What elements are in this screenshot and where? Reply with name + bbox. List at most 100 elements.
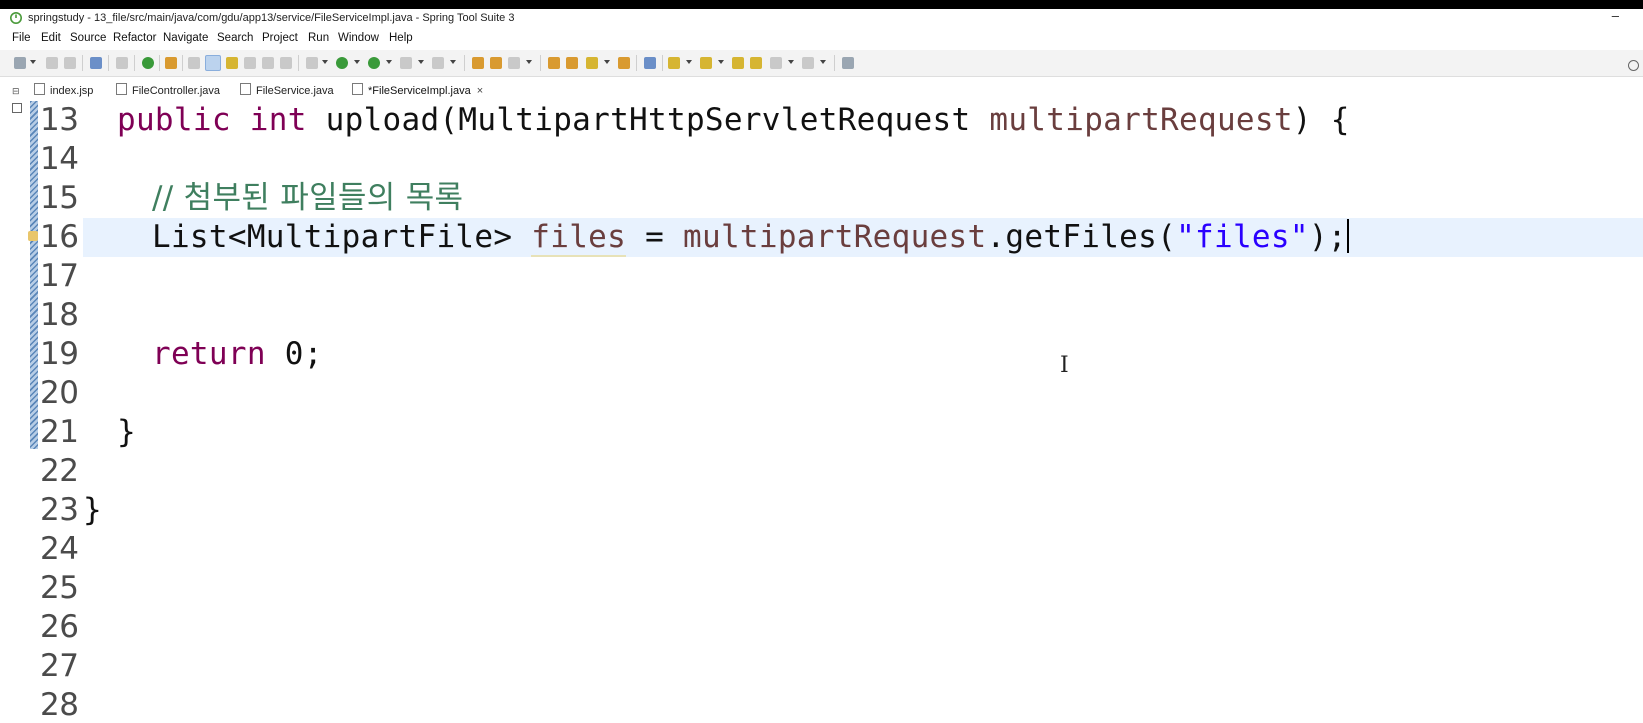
save-all-icon[interactable] (64, 57, 76, 69)
save-icon[interactable] (46, 57, 58, 69)
tab-label: index.jsp (50, 85, 94, 97)
run-external-icon[interactable] (368, 57, 380, 69)
menu-help[interactable]: Help (389, 29, 413, 47)
chevron-down-icon[interactable] (386, 60, 392, 64)
deploy-icon[interactable] (432, 57, 444, 69)
tab-file-service[interactable]: FileService.java (240, 81, 334, 101)
block-selection-icon[interactable] (226, 57, 238, 69)
chevron-down-icon[interactable] (686, 60, 692, 64)
open-type-icon[interactable] (548, 57, 560, 69)
line-number: 20 (40, 375, 79, 411)
line-number: 22 (40, 453, 79, 489)
menu-window[interactable]: Window (338, 29, 379, 47)
terminal-icon[interactable] (90, 57, 102, 69)
line-number: 26 (40, 609, 79, 645)
menu-project[interactable]: Project (262, 29, 298, 47)
pin-editor-icon[interactable] (842, 57, 854, 69)
line-number: 14 (40, 141, 79, 177)
chevron-down-icon[interactable] (718, 60, 724, 64)
back-arrow-icon[interactable] (770, 57, 782, 69)
new-project-icon[interactable] (472, 57, 484, 69)
spring-leaf-icon (10, 12, 22, 24)
spring-boot-icon[interactable] (142, 57, 154, 69)
next-annotation-icon[interactable] (668, 57, 680, 69)
chevron-down-icon[interactable] (820, 60, 826, 64)
method-call: .getFiles( (986, 219, 1177, 255)
back-history-icon[interactable] (750, 57, 762, 69)
line-number: 24 (40, 531, 79, 567)
menu-run[interactable]: Run (308, 29, 329, 47)
menu-search[interactable]: Search (217, 29, 253, 47)
chevron-down-icon[interactable] (526, 60, 532, 64)
show-whitespace-icon[interactable] (244, 57, 256, 69)
line-number: 18 (40, 297, 79, 333)
restore-icon[interactable]: ⊟ (12, 81, 20, 101)
chevron-down-icon[interactable] (30, 60, 36, 64)
forward-arrow-icon[interactable] (802, 57, 814, 69)
line-number: 28 (40, 687, 79, 723)
menu-edit[interactable]: Edit (41, 29, 61, 47)
tab-label: FileService.java (256, 85, 334, 97)
new-package-icon[interactable] (490, 57, 502, 69)
menu-refactor[interactable]: Refactor (113, 29, 156, 47)
outline-icon[interactable] (12, 103, 22, 113)
warning-marker-icon[interactable] (28, 231, 38, 241)
ide-window: springstudy - 13_file/src/main/java/com/… (0, 9, 1643, 723)
code-comment: // 첨부된 파일들의 목록 (152, 180, 464, 216)
menu-file[interactable]: File (12, 29, 31, 47)
tab-file-service-impl[interactable]: *FileServiceImpl.java × (352, 81, 483, 101)
line-number: 25 (40, 570, 79, 606)
menu-navigate[interactable]: Navigate (163, 29, 208, 47)
line-number: 13 (40, 102, 79, 138)
menu-source[interactable]: Source (70, 29, 106, 47)
close-icon[interactable]: × (477, 85, 483, 97)
java-file-icon (116, 83, 127, 95)
change-ruler (30, 101, 38, 449)
chevron-down-icon[interactable] (354, 60, 360, 64)
tab-index-jsp[interactable]: index.jsp (34, 81, 93, 101)
word-wrap-icon[interactable] (280, 57, 292, 69)
run-icon[interactable] (336, 57, 348, 69)
previous-annotation-icon[interactable] (700, 57, 712, 69)
last-edit-icon[interactable] (732, 57, 744, 69)
line-number: 16 (40, 219, 79, 255)
parameter-name: multipartRequest (989, 102, 1293, 138)
mark-occurrences-icon[interactable] (205, 55, 221, 71)
code-line-13: public int upload(MultipartHttpServletRe… (117, 101, 1350, 140)
open-task-icon[interactable] (188, 57, 200, 69)
tab-file-controller[interactable]: FileController.java (116, 81, 220, 101)
refresh-icon[interactable] (165, 57, 177, 69)
tab-label: FileController.java (132, 85, 221, 97)
chevron-down-icon[interactable] (418, 60, 424, 64)
debug-icon[interactable] (306, 57, 318, 69)
chevron-down-icon[interactable] (450, 60, 456, 64)
code-editor[interactable]: 13 14 15 16 17 18 19 20 21 22 23 24 25 2… (0, 101, 1643, 723)
search-icon[interactable] (586, 57, 598, 69)
chevron-down-icon[interactable] (322, 60, 328, 64)
toolbar-separator (82, 55, 83, 71)
pilcrow-icon[interactable] (262, 57, 274, 69)
chevron-down-icon[interactable] (604, 60, 610, 64)
toolbar-separator (134, 55, 135, 71)
window-title: springstudy - 13_file/src/main/java/com/… (28, 12, 515, 24)
open-resource-icon[interactable] (566, 57, 578, 69)
line-number: 17 (40, 258, 79, 294)
line-number: 27 (40, 648, 79, 684)
chevron-down-icon[interactable] (788, 60, 794, 64)
minimize-button[interactable]: – (1612, 9, 1619, 25)
code-operator: = (645, 219, 665, 255)
skip-breakpoints-icon[interactable] (116, 57, 128, 69)
code-line-16: List<MultipartFile> files = multipartReq… (152, 218, 1349, 257)
code-punctuation: ) { (1292, 102, 1350, 138)
quick-access-search-icon[interactable] (1628, 60, 1639, 71)
string-literal: "files" (1176, 219, 1309, 255)
java-file-icon (240, 83, 251, 95)
new-icon[interactable] (14, 57, 26, 69)
open-folder-icon[interactable] (618, 57, 630, 69)
type-name: List<MultipartFile> (152, 219, 513, 255)
toolbar-separator (182, 55, 183, 71)
keyword: int (249, 102, 307, 138)
new-class-icon[interactable] (508, 57, 520, 69)
stop-icon[interactable] (400, 57, 412, 69)
globe-icon[interactable] (644, 57, 656, 69)
